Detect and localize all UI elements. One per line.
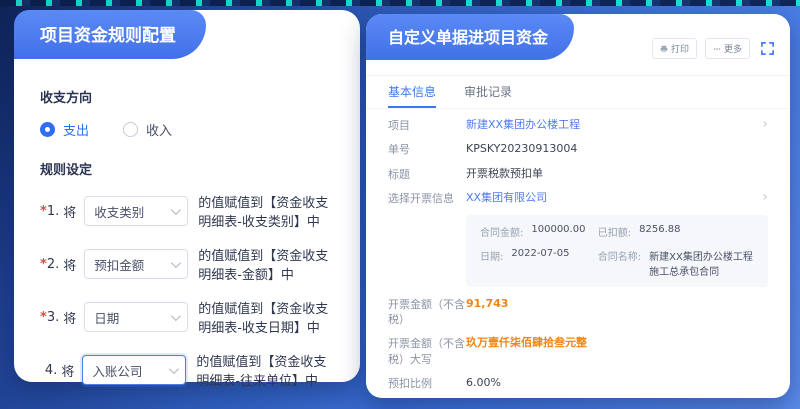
rule-suffix: 的值赋值到【资金收支明细表-金额】中 [198, 245, 334, 283]
rule-row-2: * 2. 将 预扣金额 的值赋值到【资金收支明细表-金额】中 [40, 245, 334, 283]
document-header: 自定义单据进项目资金 打印 更多 [366, 14, 790, 76]
rule-prefix: 将 [63, 255, 76, 274]
field-label: 单号 [388, 141, 466, 157]
chevron-right-icon[interactable]: › [762, 117, 768, 131]
rule-number: 1. [47, 204, 59, 219]
page-background: 项目资金规则配置 收支方向 支出 收入 规则设定 * 1. 将 收支类别 [0, 0, 800, 409]
rule-number: 4. [45, 363, 57, 378]
rule-row-3: * 3. 将 日期 的值赋值到【资金收支明细表-收支日期】中 [40, 298, 334, 336]
rule-2-select-value: 预扣金额 [94, 255, 144, 274]
rule-row-1: * 1. 将 收支类别 的值赋值到【资金收支明细表-收支类别】中 [40, 192, 334, 230]
radio-income-label: 收入 [146, 120, 172, 139]
printer-icon [660, 45, 668, 53]
rule-4-field-select[interactable]: 入账公司 [82, 355, 186, 385]
withheld-amount-value: 8256.88 [639, 224, 680, 239]
field-doc-number: 单号 KPSKY20230913004 [388, 141, 768, 157]
invoice-company-link[interactable]: XX集团有限公司 [466, 190, 547, 205]
rule-suffix: 的值赋值到【资金收支明细表-收支类别】中 [198, 192, 334, 230]
field-invoice-amount-caps: 开票金额（不含税）大写 玖万壹仟柒佰肆拾叁元整 [388, 335, 768, 367]
decorative-top-strip [0, 0, 800, 6]
withholding-ratio-value: 6.00% [466, 375, 501, 390]
radio-income[interactable]: 收入 [123, 120, 172, 139]
field-withholding-ratio: 预扣比例 6.00% [388, 375, 768, 391]
field-label: 选择开票信息 [388, 190, 466, 206]
print-button[interactable]: 打印 [652, 38, 697, 59]
rule-2-field-select[interactable]: 预扣金额 [84, 249, 188, 279]
field-label: 标题 [388, 166, 466, 182]
field-doc-title: 标题 开票税款预扣单 [388, 166, 768, 182]
field-project: 项目 新建XX集团办公楼工程 › [388, 117, 768, 133]
document-toolbar: 打印 更多 [652, 38, 776, 59]
rule-prefix: 将 [61, 361, 74, 380]
chevron-down-icon [171, 205, 181, 215]
rule-number: 3. [47, 310, 59, 325]
document-detail-panel: 自定义单据进项目资金 打印 更多 基本信息 审批记录 [366, 14, 790, 398]
field-invoice-amount: 开票金额（不含税） 91,743 [388, 296, 768, 328]
document-tabs: 基本信息 审批记录 [366, 76, 790, 109]
document-body: 项目 新建XX集团办公楼工程 › 单号 KPSKY20230913004 标题 … [366, 109, 790, 398]
project-link[interactable]: 新建XX集团办公楼工程 [466, 117, 580, 132]
rule-prefix: 将 [63, 202, 76, 221]
required-asterisk: * [40, 310, 47, 325]
contract-amount-label: 合同金额: [480, 224, 523, 239]
more-button-label: 更多 [724, 42, 742, 55]
contract-name: 合同名称: 新建XX集团办公楼工程施工总承包合同 [598, 248, 754, 278]
document-title: 自定义单据进项目资金 [366, 14, 574, 60]
rule-4-select-value: 入账公司 [92, 361, 142, 380]
invoice-amount-caps-value: 玖万壹仟柒佰肆拾叁元整 [466, 335, 587, 350]
contract-date: 日期: 2022-07-05 [480, 248, 588, 278]
rule-1-select-value: 收支类别 [94, 202, 144, 221]
tab-basic-info[interactable]: 基本信息 [388, 76, 436, 108]
contract-name-label: 合同名称: [598, 248, 641, 278]
invoice-amount-value: 91,743 [466, 296, 508, 311]
withheld-amount: 已扣额: 8256.88 [598, 224, 754, 239]
field-label: 预扣比例 [388, 375, 466, 391]
field-value: 开票税款预扣单 [466, 166, 543, 181]
radio-expense-label: 支出 [63, 120, 89, 139]
direction-radio-group: 支出 收入 [40, 120, 334, 139]
radio-unselected-icon[interactable] [123, 122, 138, 137]
rule-row-4: 4. 将 入账公司 的值赋值到【资金收支明细表-往来单位】中 [40, 351, 334, 389]
required-asterisk: * [40, 257, 47, 272]
contract-amount-value: 100000.00 [531, 224, 585, 239]
rule-config-title: 项目资金规则配置 [14, 10, 206, 59]
field-label: 开票金额（不含税）大写 [388, 335, 466, 367]
rule-3-field-select[interactable]: 日期 [84, 302, 188, 332]
more-icon [713, 45, 721, 53]
rule-1-field-select[interactable]: 收支类别 [84, 196, 188, 226]
withheld-amount-label: 已扣额: [598, 224, 631, 239]
contract-name-value: 新建XX集团办公楼工程施工总承包合同 [649, 248, 754, 278]
more-button[interactable]: 更多 [705, 38, 750, 59]
rule-suffix: 的值赋值到【资金收支明细表-收支日期】中 [198, 298, 334, 336]
field-label: 项目 [388, 117, 466, 133]
fullscreen-button[interactable] [758, 40, 776, 58]
rule-prefix: 将 [63, 308, 76, 327]
chevron-down-icon [169, 364, 179, 374]
direction-section-label: 收支方向 [40, 87, 334, 106]
field-invoice-info: 选择开票信息 XX集团有限公司 › [388, 190, 768, 206]
rule-suffix: 的值赋值到【资金收支明细表-往来单位】中 [196, 351, 334, 389]
contract-info-box: 合同金额: 100000.00 已扣额: 8256.88 日期: 2022-07… [466, 215, 768, 287]
radio-selected-icon[interactable] [40, 122, 55, 137]
contract-date-value: 2022-07-05 [511, 248, 569, 278]
tab-audit-record[interactable]: 审批记录 [464, 76, 512, 108]
required-asterisk: * [40, 204, 47, 219]
rule-number: 2. [47, 257, 59, 272]
fullscreen-icon [760, 41, 775, 56]
print-button-label: 打印 [671, 42, 689, 55]
field-label: 开票金额（不含税） [388, 296, 466, 328]
contract-date-label: 日期: [480, 248, 503, 278]
contract-amount: 合同金额: 100000.00 [480, 224, 588, 239]
radio-expense[interactable]: 支出 [40, 120, 89, 139]
rule-3-select-value: 日期 [94, 308, 119, 327]
chevron-down-icon [171, 258, 181, 268]
rule-config-panel: 项目资金规则配置 收支方向 支出 收入 规则设定 * 1. 将 收支类别 [14, 10, 360, 382]
field-value: KPSKY20230913004 [466, 141, 577, 156]
chevron-right-icon[interactable]: › [762, 190, 768, 204]
chevron-down-icon [171, 311, 181, 321]
rules-section-label: 规则设定 [40, 159, 334, 178]
